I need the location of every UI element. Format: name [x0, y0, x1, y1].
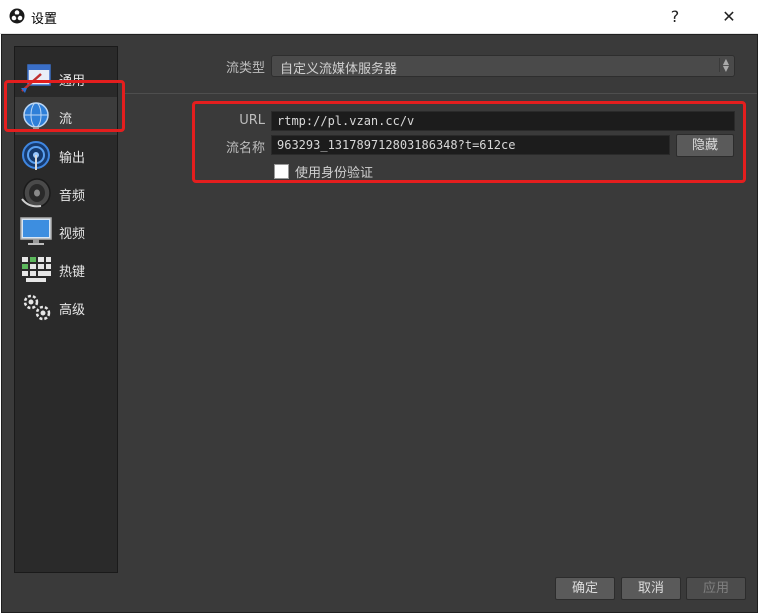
chevron-updown-icon: ▲ ▼: [719, 58, 732, 73]
hotkeys-keyboard-icon: [21, 256, 51, 282]
obs-logo-icon: [9, 8, 25, 24]
sidebar-item-video[interactable]: 视频: [15, 212, 117, 250]
sidebar-item-label: 视频: [59, 227, 86, 242]
sidebar-item-label: 热键: [59, 265, 86, 280]
stream-key-label: 流名称: [225, 141, 265, 156]
sidebar-item-audio[interactable]: 音频: [15, 174, 117, 212]
sidebar-item-stream[interactable]: 流: [15, 97, 117, 135]
use-auth-label: 使用身份验证: [295, 166, 374, 181]
ok-button[interactable]: 确定: [555, 577, 615, 600]
sidebar-item-label: 输出: [59, 151, 86, 166]
apply-button[interactable]: 应用: [686, 577, 746, 600]
window-title: 设置: [31, 12, 58, 27]
general-icon: [21, 64, 51, 93]
output-icon: [22, 141, 50, 170]
advanced-gears-icon: [23, 294, 51, 321]
stream-key-input[interactable]: [272, 136, 669, 154]
sidebar-item-general[interactable]: 通用: [15, 59, 117, 97]
use-auth-checkbox[interactable]: [274, 164, 289, 179]
stream-type-select[interactable]: 自定义流媒体服务器 ▲ ▼: [271, 55, 735, 77]
sidebar-item-advanced[interactable]: 高级: [15, 288, 117, 326]
stream-globe-icon: [23, 102, 49, 130]
sidebar-item-label: 高级: [59, 303, 86, 318]
settings-sidebar: 通用 流 输出 音频 视频 热键 高级: [14, 46, 118, 573]
settings-content: 通用 流 输出 音频 视频 热键 高级 流类型 自定义流媒体服务器 ▲ ▼ UR…: [1, 34, 758, 613]
hide-key-button[interactable]: 隐藏: [676, 134, 734, 157]
url-field-box: [271, 111, 735, 131]
section-divider: [124, 93, 757, 94]
stream-key-field-box: [271, 135, 670, 155]
sidebar-item-label: 通用: [59, 74, 86, 89]
sidebar-item-label: 音频: [59, 189, 86, 204]
settings-window: 设置 ? ✕ 通用 流 输出 音频 视频 热键 高级 流类型 自定义流媒体服务器…: [0, 0, 758, 613]
audio-speaker-icon: [21, 178, 51, 208]
title-bar: 设置 ? ✕: [0, 0, 758, 34]
video-monitor-icon: [20, 217, 52, 245]
cancel-button[interactable]: 取消: [621, 577, 681, 600]
help-button[interactable]: ?: [663, 5, 687, 29]
sidebar-item-output[interactable]: 输出: [15, 136, 117, 174]
url-input[interactable]: [272, 112, 734, 130]
stream-type-value: 自定义流媒体服务器: [280, 62, 398, 77]
close-button[interactable]: ✕: [716, 5, 742, 29]
url-label: URL: [239, 113, 265, 128]
sidebar-item-label: 流: [59, 112, 73, 127]
stream-type-label: 流类型: [225, 61, 265, 76]
sidebar-item-hotkeys[interactable]: 热键: [15, 250, 117, 288]
